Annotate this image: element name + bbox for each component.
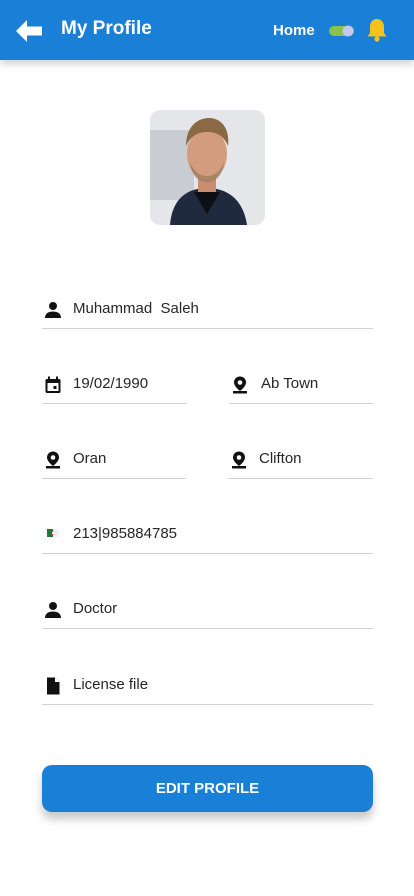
location-pin-icon — [233, 376, 247, 394]
edit-profile-button[interactable]: EDIT PROFILE — [42, 765, 373, 812]
area-value: Ab Town — [261, 375, 319, 392]
birthdate-field[interactable]: 19/02/1990 — [42, 373, 186, 404]
phone-value: 213|985884785 — [73, 525, 178, 542]
calendar-icon — [45, 376, 61, 393]
back-arrow-icon[interactable] — [14, 18, 44, 44]
person-icon — [45, 602, 61, 618]
name-field[interactable]: Muhammad Saleh — [42, 298, 373, 329]
area-field[interactable]: Ab Town — [229, 373, 373, 404]
home-link[interactable]: Home — [273, 22, 315, 39]
app-bar: My Profile Home — [0, 0, 414, 60]
bell-icon[interactable] — [365, 17, 389, 43]
profile-avatar — [150, 110, 265, 225]
city-field[interactable]: Oran — [42, 448, 186, 479]
location-pin-icon — [46, 451, 60, 469]
birthdate-value: 19/02/1990 — [73, 375, 149, 392]
license-field[interactable]: License file — [42, 674, 373, 705]
person-icon — [45, 302, 61, 318]
phone-field[interactable]: 213|985884785 — [42, 523, 373, 554]
license-value: License file — [73, 676, 149, 693]
district-value: Clifton — [259, 450, 302, 467]
profession-field[interactable]: Doctor — [42, 598, 373, 629]
toggle-switch-icon[interactable] — [329, 25, 354, 37]
name-value: Muhammad Saleh — [73, 300, 199, 317]
profession-value: Doctor — [73, 600, 118, 617]
city-value: Oran — [73, 450, 107, 467]
page-title: My Profile — [61, 18, 152, 39]
algeria-flag-icon — [47, 529, 59, 537]
district-field[interactable]: Clifton — [228, 448, 373, 479]
location-pin-icon — [232, 451, 246, 469]
file-icon — [47, 677, 60, 695]
